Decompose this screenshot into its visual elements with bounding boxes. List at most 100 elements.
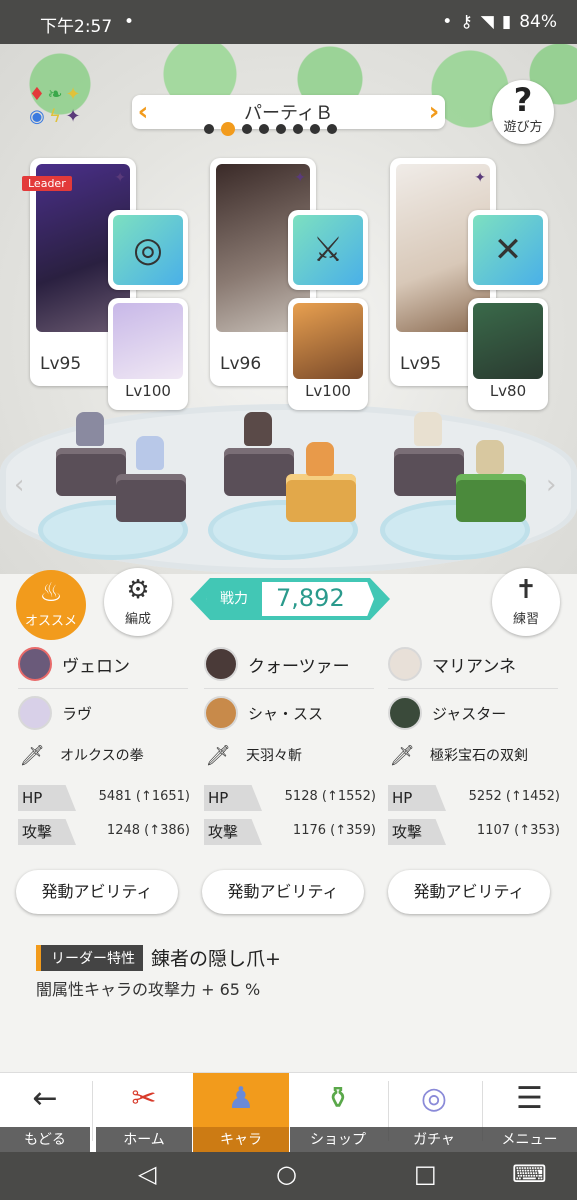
- sub-character-slot-2[interactable]: Lv100: [288, 298, 368, 410]
- ability-button-3[interactable]: 発動アビリティ: [388, 870, 550, 914]
- scene-right-arrow[interactable]: ›: [546, 470, 556, 500]
- how-to-play-button[interactable]: ? 遊び方: [492, 80, 554, 144]
- character-column-2: クォーツァー シャ・スス 🗡 天羽々斬 HP 5128 (↑1552) 攻撃 1…: [204, 644, 390, 845]
- pager-dot[interactable]: [327, 124, 337, 134]
- sub-character-slot-1[interactable]: Lv100: [108, 298, 188, 410]
- status-dot: •: [124, 12, 135, 32]
- sword-icon: ⚔: [293, 215, 363, 285]
- leader-badge: Leader: [22, 176, 72, 191]
- leader-skill: リーダー特性 錬者の隠し爪+: [36, 944, 281, 971]
- weapon-row[interactable]: 🗡 極彩宝石の双剣: [388, 733, 574, 777]
- system-recents-icon[interactable]: □: [414, 1160, 437, 1188]
- nav-menu[interactable]: ☰ メニュー: [482, 1073, 577, 1153]
- sub-character-level: Lv80: [489, 382, 527, 400]
- dark-element-icon: ✦: [65, 106, 81, 127]
- system-back-icon[interactable]: ◁: [138, 1160, 156, 1188]
- chibi-character[interactable]: [306, 442, 334, 476]
- chibi-character[interactable]: [76, 412, 104, 446]
- weapon-row[interactable]: 🗡 天羽々斬: [204, 733, 390, 777]
- recommend-button[interactable]: ♨ オススメ: [16, 570, 86, 640]
- attack-label: 攻撃: [18, 819, 76, 845]
- weapon-slot-2[interactable]: ⚔: [288, 210, 368, 290]
- ability-button-1[interactable]: 発動アビリティ: [16, 870, 178, 914]
- leader-skill-description: 闇属性キャラの攻撃力 + 65 %: [36, 980, 261, 999]
- character-level: Lv95: [40, 354, 82, 374]
- chibi-character[interactable]: [476, 440, 504, 474]
- status-time: 下午2:57: [40, 17, 113, 37]
- dark-element-icon: ✦: [294, 170, 306, 186]
- attack-label: 攻撃: [204, 819, 262, 845]
- sub-character-slot-3[interactable]: Lv80: [468, 298, 548, 410]
- nav-shop[interactable]: ⚱ ショップ: [290, 1073, 386, 1153]
- pager-dot[interactable]: [310, 124, 320, 134]
- main-character-name: ヴェロン: [62, 656, 130, 677]
- chibi-character[interactable]: [244, 412, 272, 446]
- power-label: 戦力: [220, 591, 248, 607]
- chibi-character[interactable]: [414, 412, 442, 446]
- pager-dot[interactable]: [293, 124, 303, 134]
- weapon-row[interactable]: 🗡 オルクスの拳: [18, 733, 204, 777]
- sub-character-row[interactable]: シャ・スス: [204, 693, 390, 733]
- pager-dot[interactable]: [221, 122, 235, 136]
- nav-back[interactable]: ← もどる: [0, 1073, 90, 1153]
- pedestal-block: [116, 474, 186, 522]
- game-controller-icon[interactable]: ⌨: [512, 1160, 547, 1188]
- sub-character-row[interactable]: ジャスター: [388, 693, 574, 733]
- ability-button-2[interactable]: 発動アビリティ: [202, 870, 364, 914]
- sub-character-avatar: [18, 696, 52, 730]
- nav-home[interactable]: ✂ ホーム: [96, 1073, 192, 1153]
- formation-gear-icon: ⚙: [126, 575, 150, 605]
- element-icons[interactable]: ♦ ❧ ✦ ◉ ϟ ✦: [28, 84, 108, 134]
- formation-button[interactable]: ⚙ 編成: [104, 568, 172, 636]
- pager-dot[interactable]: [242, 124, 252, 134]
- pedestal-block: [394, 448, 464, 496]
- weapon-slot-3[interactable]: ✕: [468, 210, 548, 290]
- sub-character-portrait: [473, 303, 543, 379]
- main-character-name: マリアンネ: [432, 656, 516, 677]
- character-column-1: ヴェロン ラヴ 🗡 オルクスの拳 HP 5481 (↑1651) 攻撃 1248…: [18, 644, 204, 845]
- hp-value: 5252 (↑1452): [468, 789, 560, 804]
- prev-party-button[interactable]: ‹: [132, 95, 154, 129]
- sub-character-level: Lv100: [125, 382, 171, 400]
- pager-dot[interactable]: [276, 124, 286, 134]
- sub-character-name: ラヴ: [62, 704, 93, 723]
- nav-chara[interactable]: ♟ キャラ: [193, 1073, 289, 1153]
- character-column-3: マリアンネ ジャスター 🗡 極彩宝石の双剣 HP 5252 (↑1452) 攻撃…: [388, 644, 574, 845]
- hp-value: 5128 (↑1552): [284, 789, 376, 804]
- chibi-character[interactable]: [136, 436, 164, 470]
- pedestal-block: [456, 474, 526, 522]
- main-character-row[interactable]: ヴェロン: [18, 644, 204, 684]
- leader-skill-title: 錬者の隠し爪+: [151, 948, 281, 970]
- weapon-slot-1[interactable]: ◎: [108, 210, 188, 290]
- nav-gacha[interactable]: ◎ ガチャ: [386, 1073, 482, 1153]
- pager-dot[interactable]: [204, 124, 214, 134]
- nav-gacha-label: ガチャ: [386, 1127, 482, 1153]
- main-character-row[interactable]: クォーツァー: [204, 644, 390, 684]
- practice-button[interactable]: ✝ 練習: [492, 568, 560, 636]
- nav-chara-label: キャラ: [193, 1127, 289, 1153]
- next-party-button[interactable]: ›: [423, 95, 445, 129]
- weapon-name: 極彩宝石の双剣: [430, 748, 528, 764]
- party-pager: [204, 122, 337, 136]
- scene-left-arrow[interactable]: ‹: [14, 470, 24, 500]
- attack-value: 1248 (↑386): [106, 823, 190, 838]
- dark-element-icon: ✦: [114, 170, 126, 186]
- training-dummy-icon: ✝: [515, 575, 537, 605]
- hp-stat: HP 5252 (↑1452): [388, 785, 560, 811]
- status-icons: • ⚷ ◥ ▮ 84%: [442, 12, 557, 32]
- attack-value: 1107 (↑353): [476, 823, 560, 838]
- gacha-icon: ◎: [420, 1081, 448, 1116]
- sub-character-row[interactable]: ラヴ: [18, 693, 204, 733]
- attack-stat: 攻撃 1248 (↑386): [18, 819, 190, 845]
- main-character-row[interactable]: マリアンネ: [388, 644, 574, 684]
- pedestal-block: [286, 474, 356, 522]
- weapon-name: オルクスの拳: [60, 748, 144, 764]
- system-home-icon[interactable]: ○: [276, 1160, 297, 1188]
- main-character-avatar: [204, 647, 238, 681]
- bottom-nav: ← もどる ✂ ホーム ♟ キャラ ⚱ ショップ ◎ ガチャ ☰ メニュー: [0, 1072, 577, 1153]
- question-icon: ?: [513, 81, 533, 119]
- hp-value: 5481 (↑1651): [98, 789, 190, 804]
- practice-label: 練習: [512, 612, 539, 627]
- pager-dot[interactable]: [259, 124, 269, 134]
- light-element-icon: ✦: [65, 84, 81, 105]
